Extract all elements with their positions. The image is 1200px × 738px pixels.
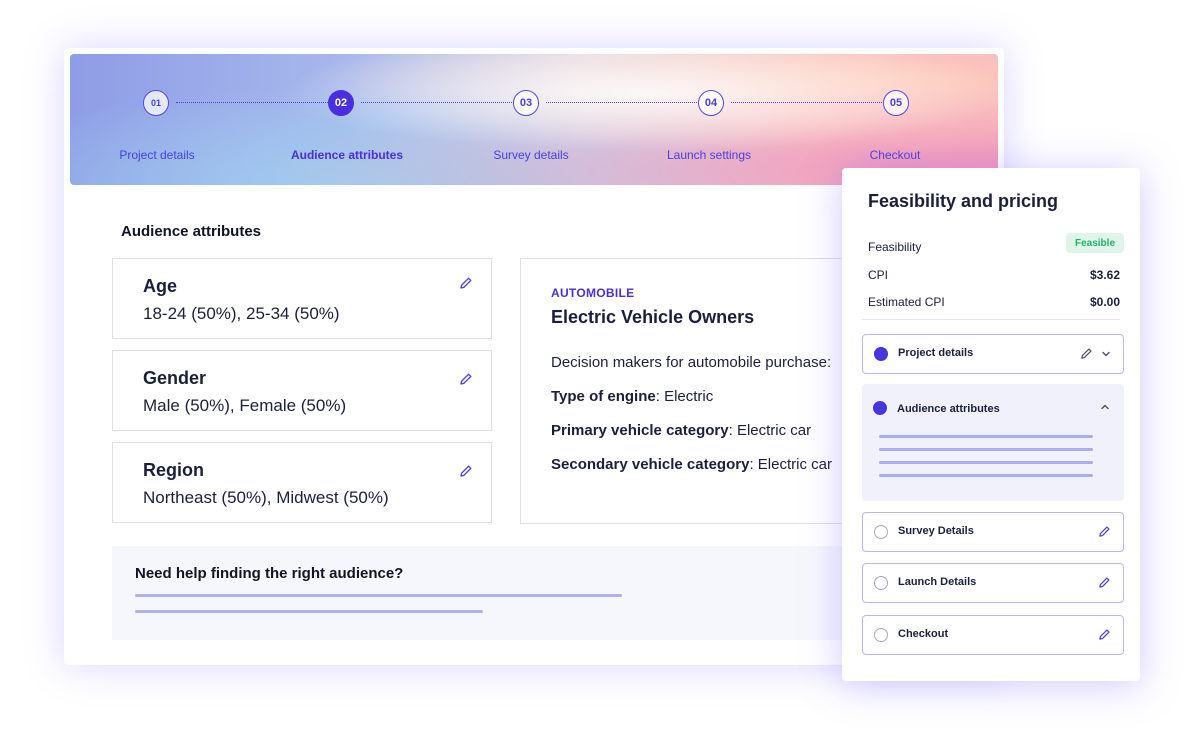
step-2-circle[interactable]: 02 (328, 90, 354, 116)
feasible-badge: Feasible (1066, 233, 1124, 253)
panel-title: Feasibility and pricing (868, 191, 1059, 211)
pencil-icon[interactable] (459, 464, 473, 478)
placeholder-line (879, 474, 1093, 477)
progress-stepper: 01 02 03 04 05 Project details Audience … (70, 54, 998, 185)
row-label: Secondary vehicle category (551, 456, 750, 473)
step-connector (361, 102, 514, 103)
accordion-label: Checkout (898, 628, 949, 640)
accordion-survey-details[interactable]: Survey Details (862, 512, 1124, 552)
feasibility-pricing-panel: Feasibility and pricing Feasibility Feas… (842, 168, 1140, 681)
pencil-icon[interactable] (1080, 347, 1093, 360)
row-value: : Electric car (728, 422, 812, 439)
step-5-circle[interactable]: 05 (883, 90, 909, 116)
pencil-icon[interactable] (459, 372, 473, 386)
pending-dot-icon (874, 628, 888, 642)
row-value: : Electric car (749, 456, 832, 473)
attribute-value: Male (50%), Female (50%) (143, 396, 347, 415)
accordion-label: Launch Details (898, 576, 977, 588)
attribute-card-region[interactable]: Region Northeast (50%), Midwest (50%) (112, 442, 492, 523)
accordion-label: Audience attributes (897, 403, 1000, 415)
attribute-name: Region (143, 460, 204, 480)
attribute-name: Age (143, 276, 178, 296)
cpi-label: CPI (868, 268, 889, 282)
pencil-icon[interactable] (1098, 525, 1111, 538)
row-value: : Electric (655, 388, 714, 405)
feasibility-label: Feasibility (868, 240, 922, 254)
pencil-icon[interactable] (1098, 576, 1111, 589)
step-4-circle[interactable]: 04 (698, 90, 724, 116)
step-1-circle[interactable]: 01 (143, 90, 169, 116)
step-2-label[interactable]: Audience attributes (257, 148, 437, 162)
placeholder-line (879, 448, 1093, 451)
complete-dot-icon (873, 401, 887, 415)
help-box: Need help finding the right audience? (112, 546, 872, 640)
profile-attribute-row: Primary vehicle category: Electric car (551, 422, 811, 439)
step-3-circle[interactable]: 03 (513, 90, 539, 116)
row-label: Primary vehicle category (551, 422, 729, 439)
attribute-name: Gender (143, 368, 207, 388)
placeholder-line (135, 610, 483, 613)
help-title: Need help finding the right audience? (135, 565, 404, 582)
placeholder-line (879, 435, 1093, 438)
complete-dot-icon (874, 347, 888, 361)
step-connector (731, 102, 884, 103)
placeholder-line (135, 594, 622, 597)
attribute-value: Northeast (50%), Midwest (50%) (143, 488, 389, 507)
chevron-down-icon[interactable] (1101, 349, 1111, 359)
accordion-project-details[interactable]: Project details (862, 334, 1124, 374)
attribute-card-age[interactable]: Age 18-24 (50%), 25-34 (50%) (112, 258, 492, 339)
estimated-cpi-label: Estimated CPI (868, 295, 945, 309)
step-connector (176, 102, 328, 103)
pencil-icon[interactable] (459, 276, 473, 290)
profile-attribute-row: Type of engine: Electric (551, 388, 713, 405)
accordion-launch-details[interactable]: Launch Details (862, 563, 1124, 603)
estimated-cpi-value: $0.00 (1089, 295, 1120, 309)
step-4-label[interactable]: Launch settings (619, 148, 799, 162)
accordion-label: Survey Details (898, 525, 974, 537)
pending-dot-icon (874, 525, 888, 539)
accordion-label: Project details (898, 347, 974, 359)
accordion-checkout[interactable]: Checkout (862, 615, 1124, 655)
placeholder-line (879, 461, 1093, 464)
step-3-label[interactable]: Survey details (441, 148, 621, 162)
row-label: Type of engine (551, 388, 656, 405)
divider (862, 319, 1120, 320)
attribute-card-gender[interactable]: Gender Male (50%), Female (50%) (112, 350, 492, 431)
pending-dot-icon (874, 576, 888, 590)
step-1-label[interactable]: Project details (67, 148, 247, 162)
profile-attribute-row: Secondary vehicle category: Electric car (551, 456, 832, 473)
profile-category: AUTOMOBILE (551, 286, 635, 300)
pencil-icon[interactable] (1098, 628, 1111, 641)
section-title: Audience attributes (121, 223, 262, 240)
row-label: Decision makers for automobile purchase: (551, 354, 832, 371)
cpi-value: $3.62 (1089, 268, 1120, 282)
profile-attribute-row: Decision makers for automobile purchase: (551, 354, 831, 371)
accordion-audience-attributes[interactable]: Audience attributes (862, 384, 1124, 501)
profile-title: Electric Vehicle Owners (551, 307, 755, 327)
step-5-label[interactable]: Checkout (805, 148, 985, 162)
step-connector (546, 102, 699, 103)
chevron-up-icon[interactable] (1100, 402, 1110, 412)
attribute-value: 18-24 (50%), 25-34 (50%) (143, 304, 340, 323)
